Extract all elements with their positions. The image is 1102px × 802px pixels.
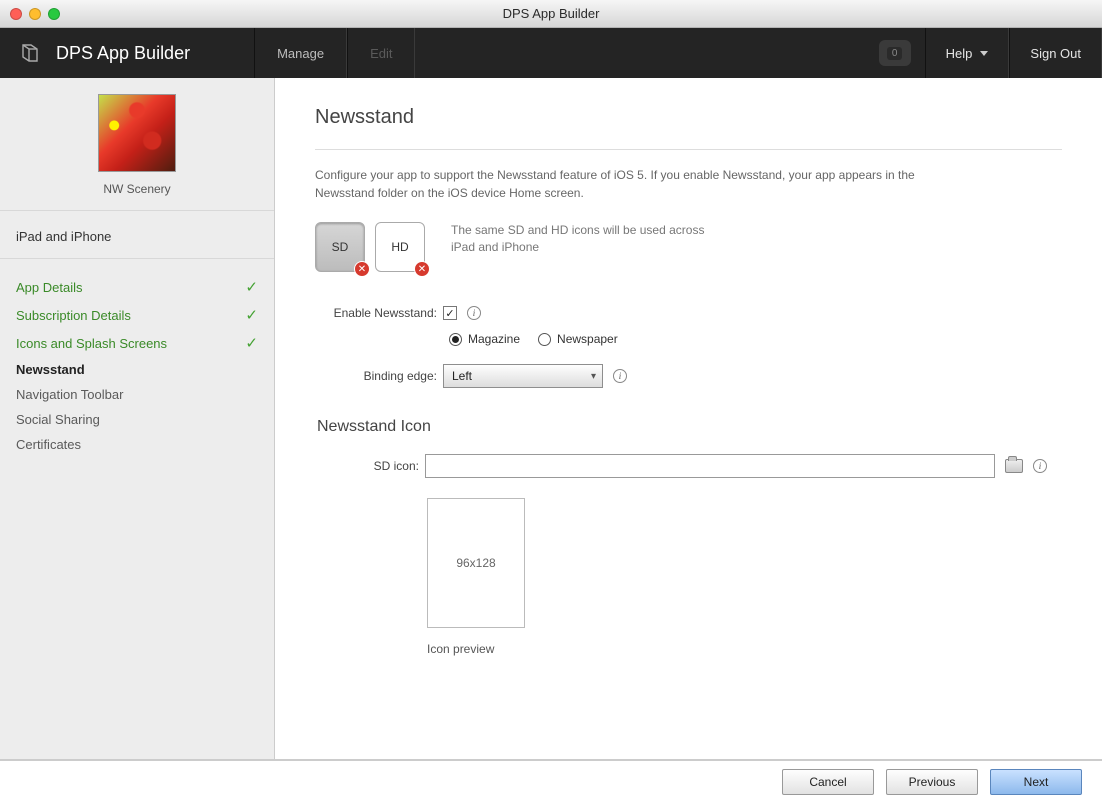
sidebar-item-label: App Details [16, 280, 82, 295]
cancel-button[interactable]: Cancel [782, 769, 874, 795]
hd-toggle-button[interactable]: HD ✕ [375, 222, 425, 272]
sd-toggle-label: SD [332, 240, 349, 254]
info-icon[interactable]: i [1033, 459, 1047, 473]
previous-button[interactable]: Previous [886, 769, 978, 795]
wizard-footer: Cancel Previous Next [0, 760, 1102, 802]
radio-magazine-label: Magazine [468, 332, 520, 346]
hd-toggle-label: HD [391, 240, 408, 254]
newsstand-icon-heading: Newsstand Icon [317, 418, 1062, 436]
error-badge-icon: ✕ [414, 261, 430, 277]
sidebar-item-subscription-details[interactable]: Subscription Details ✓ [0, 301, 274, 329]
sidebar: NW Scenery iPad and iPhone App Details ✓… [0, 78, 275, 759]
radio-dot-icon [538, 333, 551, 346]
menu-manage[interactable]: Manage [254, 28, 347, 78]
icon-preview-dimensions: 96x128 [456, 556, 495, 570]
sidebar-item-label: Icons and Splash Screens [16, 336, 167, 351]
device-scope-label: iPad and iPhone [0, 211, 274, 250]
close-window-button[interactable] [10, 8, 22, 20]
sidebar-item-certificates[interactable]: Certificates [0, 432, 274, 457]
binding-edge-select[interactable]: Left ▾ [443, 364, 603, 388]
check-icon: ✓ [245, 334, 258, 352]
page-title: Newsstand [315, 106, 1062, 129]
icon-preview-label: Icon preview [427, 642, 1062, 656]
sidebar-item-label: Social Sharing [16, 412, 100, 427]
window-controls [10, 8, 60, 20]
app-title: DPS App Builder [56, 43, 190, 64]
sidebar-item-label: Subscription Details [16, 308, 131, 323]
sidebar-item-newsstand[interactable]: Newsstand [0, 357, 274, 382]
toolbar: DPS App Builder Manage Edit 0 Help Sign … [0, 28, 1102, 78]
app-name-label: NW Scenery [103, 182, 170, 196]
app-preview-icon [98, 94, 176, 172]
menu-edit[interactable]: Edit [347, 28, 415, 78]
minimize-window-button[interactable] [29, 8, 41, 20]
sidebar-item-app-details[interactable]: App Details ✓ [0, 273, 274, 301]
sd-toggle-button[interactable]: SD ✕ [315, 222, 365, 272]
check-icon: ✓ [245, 278, 258, 296]
sign-out-button[interactable]: Sign Out [1009, 28, 1102, 78]
resolution-note: The same SD and HD icons will be used ac… [451, 222, 731, 256]
browse-folder-icon[interactable] [1005, 459, 1023, 473]
notifications-button[interactable]: 0 [879, 40, 911, 66]
error-badge-icon: ✕ [354, 261, 370, 277]
help-label: Help [946, 46, 973, 61]
window-titlebar: DPS App Builder [0, 0, 1102, 28]
enable-newsstand-checkbox[interactable]: ✓ [443, 306, 457, 320]
sidebar-separator [0, 258, 274, 259]
sidebar-item-navigation-toolbar[interactable]: Navigation Toolbar [0, 382, 274, 407]
next-button[interactable]: Next [990, 769, 1082, 795]
main-content: Newsstand Configure your app to support … [275, 78, 1102, 759]
sidebar-item-social-sharing[interactable]: Social Sharing [0, 407, 274, 432]
sidebar-app-header: NW Scenery [0, 78, 274, 211]
notification-count: 0 [887, 47, 903, 60]
window-title: DPS App Builder [503, 6, 600, 21]
icon-preview-box: 96x128 [427, 498, 525, 628]
divider [315, 149, 1062, 150]
chevron-down-icon [980, 51, 988, 56]
zoom-window-button[interactable] [48, 8, 60, 20]
sidebar-item-label: Certificates [16, 437, 81, 452]
info-icon[interactable]: i [467, 306, 481, 320]
resolution-toggle-group: SD ✕ HD ✕ [315, 222, 425, 272]
app-logo-icon [16, 40, 42, 66]
radio-newspaper[interactable]: Newspaper [538, 332, 618, 346]
sidebar-nav: App Details ✓ Subscription Details ✓ Ico… [0, 265, 274, 457]
radio-newspaper-label: Newspaper [557, 332, 618, 346]
info-icon[interactable]: i [613, 369, 627, 383]
sd-icon-label: SD icon: [315, 459, 425, 473]
sidebar-item-label: Navigation Toolbar [16, 387, 123, 402]
chevron-down-icon: ▾ [591, 371, 596, 382]
enable-newsstand-label: Enable Newsstand: [315, 306, 443, 320]
binding-edge-value: Left [452, 369, 472, 383]
sidebar-item-label: Newsstand [16, 362, 85, 377]
page-intro-text: Configure your app to support the Newsst… [315, 166, 935, 202]
binding-edge-label: Binding edge: [315, 369, 443, 383]
radio-dot-icon [449, 333, 462, 346]
radio-magazine[interactable]: Magazine [449, 332, 520, 346]
sd-icon-path-input[interactable] [425, 454, 995, 478]
sidebar-item-icons-splash[interactable]: Icons and Splash Screens ✓ [0, 329, 274, 357]
check-icon: ✓ [245, 306, 258, 324]
help-menu[interactable]: Help [925, 28, 1010, 78]
